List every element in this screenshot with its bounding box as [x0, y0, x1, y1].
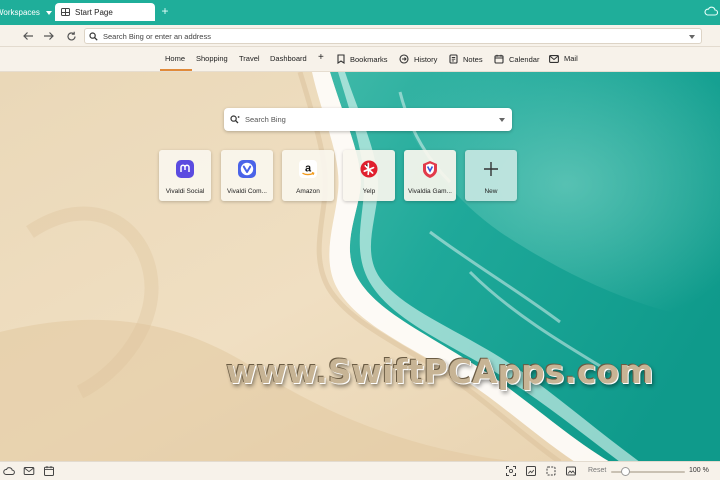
zoom-reset-button[interactable]: Reset	[588, 467, 606, 474]
address-bar-row: Search Bing or enter an address	[0, 25, 720, 47]
search-engine-dropdown[interactable]	[499, 118, 505, 122]
dial-label: Yelp	[362, 188, 376, 195]
speed-dial-icon	[61, 8, 70, 16]
nav-home[interactable]: Home	[165, 54, 185, 63]
nav-shopping[interactable]: Shopping	[196, 54, 228, 63]
address-placeholder: Search Bing or enter an address	[103, 31, 211, 41]
dial-vivaldia-games[interactable]: Vivaldia Gam...	[404, 150, 456, 201]
tab-start-page[interactable]: Start Page	[55, 3, 155, 21]
chevron-down-icon	[45, 10, 52, 15]
arrow-left-icon	[23, 32, 33, 40]
speed-dial-navigation: Home Shopping Travel Dashboard + Bookmar…	[0, 47, 720, 72]
forward-button[interactable]	[41, 28, 57, 44]
dial-label: Amazon	[296, 188, 320, 195]
tab-bar: Workspaces Start Page +	[0, 0, 720, 25]
dial-vivaldi-social[interactable]: Vivaldi Social	[159, 150, 211, 201]
sync-cloud-icon[interactable]	[704, 6, 718, 16]
vivaldi-icon	[238, 160, 256, 178]
nav-bookmarks[interactable]: Bookmarks	[337, 54, 388, 64]
dial-amazon[interactable]: a Amazon	[282, 150, 334, 201]
mastodon-icon	[176, 160, 194, 178]
dial-label: Vivaldia Gam...	[408, 188, 452, 195]
nav-mail-label: Mail	[564, 54, 578, 63]
dial-label: New	[484, 188, 498, 195]
active-tab-indicator	[160, 69, 192, 71]
nav-dashboard[interactable]: Dashboard	[270, 54, 307, 63]
nav-travel[interactable]: Travel	[239, 54, 260, 63]
calendar-icon[interactable]	[43, 465, 55, 477]
bing-search-box[interactable]: Search Bing	[224, 108, 512, 131]
nav-history[interactable]: History	[399, 54, 437, 64]
dial-label: Vivaldi Social	[165, 188, 205, 195]
nav-bookmarks-label: Bookmarks	[350, 54, 388, 64]
history-icon	[399, 54, 409, 64]
zoom-level: 100 %	[689, 467, 709, 474]
new-tab-button[interactable]: +	[158, 4, 172, 18]
amazon-icon: a	[299, 160, 317, 178]
reload-button[interactable]	[63, 28, 79, 44]
plus-icon	[484, 162, 498, 176]
mail-icon	[549, 54, 559, 63]
dial-new-button[interactable]: New	[465, 150, 517, 201]
tab-title: Start Page	[75, 7, 113, 17]
mail-icon[interactable]	[23, 465, 35, 477]
image-toggle-icon[interactable]	[565, 465, 577, 477]
dial-yelp[interactable]: Yelp	[343, 150, 395, 201]
back-button[interactable]	[20, 28, 36, 44]
nav-calendar[interactable]: Calendar	[494, 54, 539, 64]
chevron-down-icon[interactable]	[689, 35, 695, 39]
calendar-icon	[494, 54, 504, 64]
nav-mail[interactable]: Mail	[549, 54, 578, 63]
status-bar: Reset 100 %	[0, 461, 720, 480]
vivaldia-game-icon	[423, 161, 437, 178]
workspaces-button[interactable]: Workspaces	[0, 5, 52, 20]
address-field[interactable]: Search Bing or enter an address	[84, 28, 702, 44]
search-placeholder: Search Bing	[245, 115, 286, 124]
dial-label: Vivaldi Com...	[227, 188, 267, 195]
search-icon	[89, 31, 98, 41]
sync-cloud-icon[interactable]	[3, 465, 15, 477]
yelp-icon	[360, 160, 378, 178]
arrow-right-icon	[44, 32, 54, 40]
tiling-icon[interactable]	[525, 465, 537, 477]
dial-vivaldi-community[interactable]: Vivaldi Com...	[221, 150, 273, 201]
reload-icon	[66, 31, 76, 41]
workspaces-label: Workspaces	[0, 8, 40, 17]
page-actions-icon[interactable]	[545, 465, 557, 477]
add-group-button[interactable]: +	[318, 52, 324, 63]
nav-calendar-label: Calendar	[509, 54, 540, 64]
zoom-slider-handle[interactable]	[621, 467, 631, 476]
nav-notes-label: Notes	[463, 54, 483, 64]
nav-history-label: History	[414, 54, 438, 64]
search-icon	[230, 115, 240, 124]
capture-icon[interactable]	[505, 465, 517, 477]
bookmark-icon	[337, 54, 345, 64]
svg-text:a: a	[305, 163, 312, 175]
watermark-text: www.SwiftPCApps.com	[226, 352, 654, 391]
notes-icon	[449, 54, 458, 64]
nav-notes[interactable]: Notes	[449, 54, 483, 64]
